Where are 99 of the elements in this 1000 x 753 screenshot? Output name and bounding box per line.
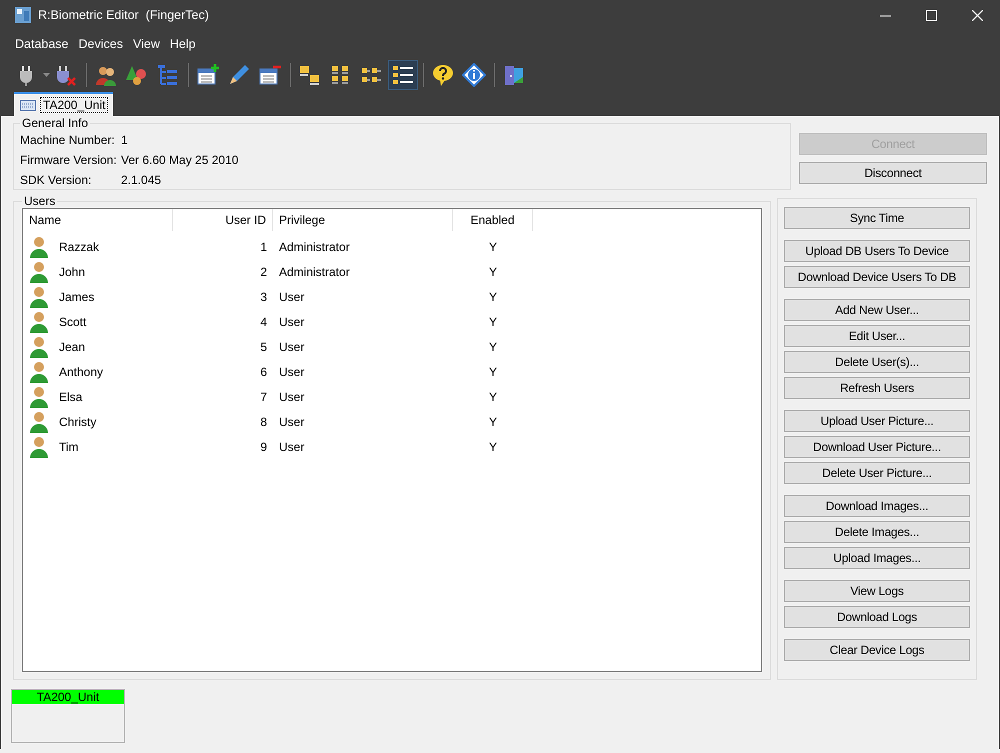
user-privilege: User xyxy=(278,340,306,354)
info-icon xyxy=(462,63,486,87)
user-id: 4 xyxy=(259,314,268,328)
column-header[interactable]: User ID xyxy=(173,209,273,231)
user-privilege: User xyxy=(278,414,306,428)
plug-delete-icon xyxy=(54,63,78,87)
user-privilege: User xyxy=(278,390,306,404)
action-button[interactable]: Download Logs xyxy=(784,606,970,628)
details-view-icon xyxy=(391,63,415,87)
person-icon xyxy=(29,236,49,258)
action-button[interactable]: Add New User... xyxy=(784,299,970,321)
user-enabled: Y xyxy=(488,364,498,378)
user-privilege: User xyxy=(278,364,306,378)
tree-list-icon xyxy=(156,63,180,87)
user-id: 5 xyxy=(259,340,268,354)
user-enabled: Y xyxy=(488,414,498,428)
action-button[interactable]: Delete User(s)... xyxy=(784,351,970,373)
user-privilege: Administrator xyxy=(278,264,351,278)
maximize-icon xyxy=(926,10,936,20)
user-enabled: Y xyxy=(488,264,498,278)
user-name[interactable]: John xyxy=(53,264,92,278)
person-icon xyxy=(29,386,49,408)
field-label: Machine Number: xyxy=(20,133,116,147)
table-remove-icon xyxy=(258,63,282,87)
action-button[interactable]: Upload Images... xyxy=(784,547,970,569)
person-icon xyxy=(29,260,49,282)
action-button[interactable]: Sync Time xyxy=(784,207,970,229)
field-value: 1 xyxy=(121,133,128,147)
user-name[interactable]: Anthony xyxy=(53,364,110,378)
action-button[interactable]: Upload DB Users To Device xyxy=(784,240,970,262)
user-enabled: Y xyxy=(488,314,498,328)
person-icon xyxy=(29,336,49,358)
user-id: 6 xyxy=(259,364,268,378)
user-enabled: Y xyxy=(488,440,498,454)
user-privilege: User xyxy=(278,290,306,304)
user-name[interactable]: Jean xyxy=(53,340,92,354)
column-header[interactable]: Privilege xyxy=(273,209,453,231)
exit-door-icon xyxy=(502,63,526,87)
action-button[interactable]: Delete Images... xyxy=(784,521,970,543)
field-value: 2.1.045 xyxy=(121,173,162,187)
user-privilege: User xyxy=(278,314,306,328)
column-header[interactable]: Name xyxy=(23,209,173,231)
field-label: SDK Version: xyxy=(20,173,92,187)
action-button[interactable]: Refresh Users xyxy=(784,377,970,399)
user-name[interactable]: Christy xyxy=(53,414,102,428)
user-id: 2 xyxy=(259,264,268,278)
close-icon xyxy=(972,10,982,20)
field-value: Ver 6.60 May 25 2010 xyxy=(121,153,238,167)
column-header[interactable]: Enabled xyxy=(453,209,533,231)
user-enabled: Y xyxy=(488,390,498,404)
app-logo-icon xyxy=(14,6,32,24)
device-label: TA200_Unit xyxy=(12,690,124,704)
person-icon xyxy=(29,436,49,458)
user-privilege: User xyxy=(278,440,306,454)
device-status-tile[interactable]: TA200_Unit xyxy=(11,689,125,743)
user-id: 7 xyxy=(259,390,268,404)
device-tab[interactable]: TA200_Unit xyxy=(14,92,114,116)
user-enabled: Y xyxy=(488,340,498,354)
table-add-icon xyxy=(196,63,220,87)
action-button[interactable]: Download Images... xyxy=(784,495,970,517)
caret-icon xyxy=(43,73,50,77)
action-button[interactable]: Upload User Picture... xyxy=(784,410,970,432)
user-id: 9 xyxy=(259,440,268,454)
user-id: 3 xyxy=(259,290,268,304)
action-button[interactable]: Download Device Users To DB xyxy=(784,266,970,288)
user-enabled: Y xyxy=(488,240,498,254)
menu-item[interactable]: View xyxy=(128,37,165,51)
action-button[interactable]: Edit User... xyxy=(784,325,970,347)
action-button[interactable]: Clear Device Logs xyxy=(784,639,970,661)
toolbar-button[interactable] xyxy=(459,60,489,90)
action-button[interactable]: Delete User Picture... xyxy=(784,462,970,484)
keyboard-icon xyxy=(20,100,36,110)
person-icon xyxy=(29,286,49,308)
user-name[interactable]: Razzak xyxy=(53,240,106,254)
person-icon xyxy=(29,360,49,382)
help-icon xyxy=(431,63,455,87)
user-name[interactable]: Scott xyxy=(53,314,92,328)
menu-item[interactable]: Devices xyxy=(74,37,128,51)
pencil-icon xyxy=(227,63,251,87)
user-id: 8 xyxy=(259,414,268,428)
field-label: Firmware Version: xyxy=(20,153,118,167)
panel-title: General Info xyxy=(21,116,90,130)
menu-item[interactable]: Help xyxy=(164,37,201,51)
user-enabled: Y xyxy=(488,290,498,304)
user-name[interactable]: Tim xyxy=(53,440,85,454)
person-icon xyxy=(29,410,49,432)
window-title: R:Biometric Editor (FingerTec) xyxy=(38,8,210,22)
user-id: 1 xyxy=(259,240,268,254)
action-button[interactable]: View Logs xyxy=(784,580,970,602)
panel-title: Users xyxy=(23,194,56,208)
user-privilege: Administrator xyxy=(278,240,351,254)
action-button[interactable]: Download User Picture... xyxy=(784,436,970,458)
large-icons-view-icon xyxy=(298,63,322,87)
person-icon xyxy=(29,310,49,332)
menu-item[interactable]: Database xyxy=(10,37,74,51)
user-name[interactable]: James xyxy=(53,290,100,304)
user-name[interactable]: Elsa xyxy=(53,390,88,404)
disconnect-button[interactable]: Disconnect xyxy=(799,162,987,184)
toolbar-button[interactable] xyxy=(388,60,418,90)
